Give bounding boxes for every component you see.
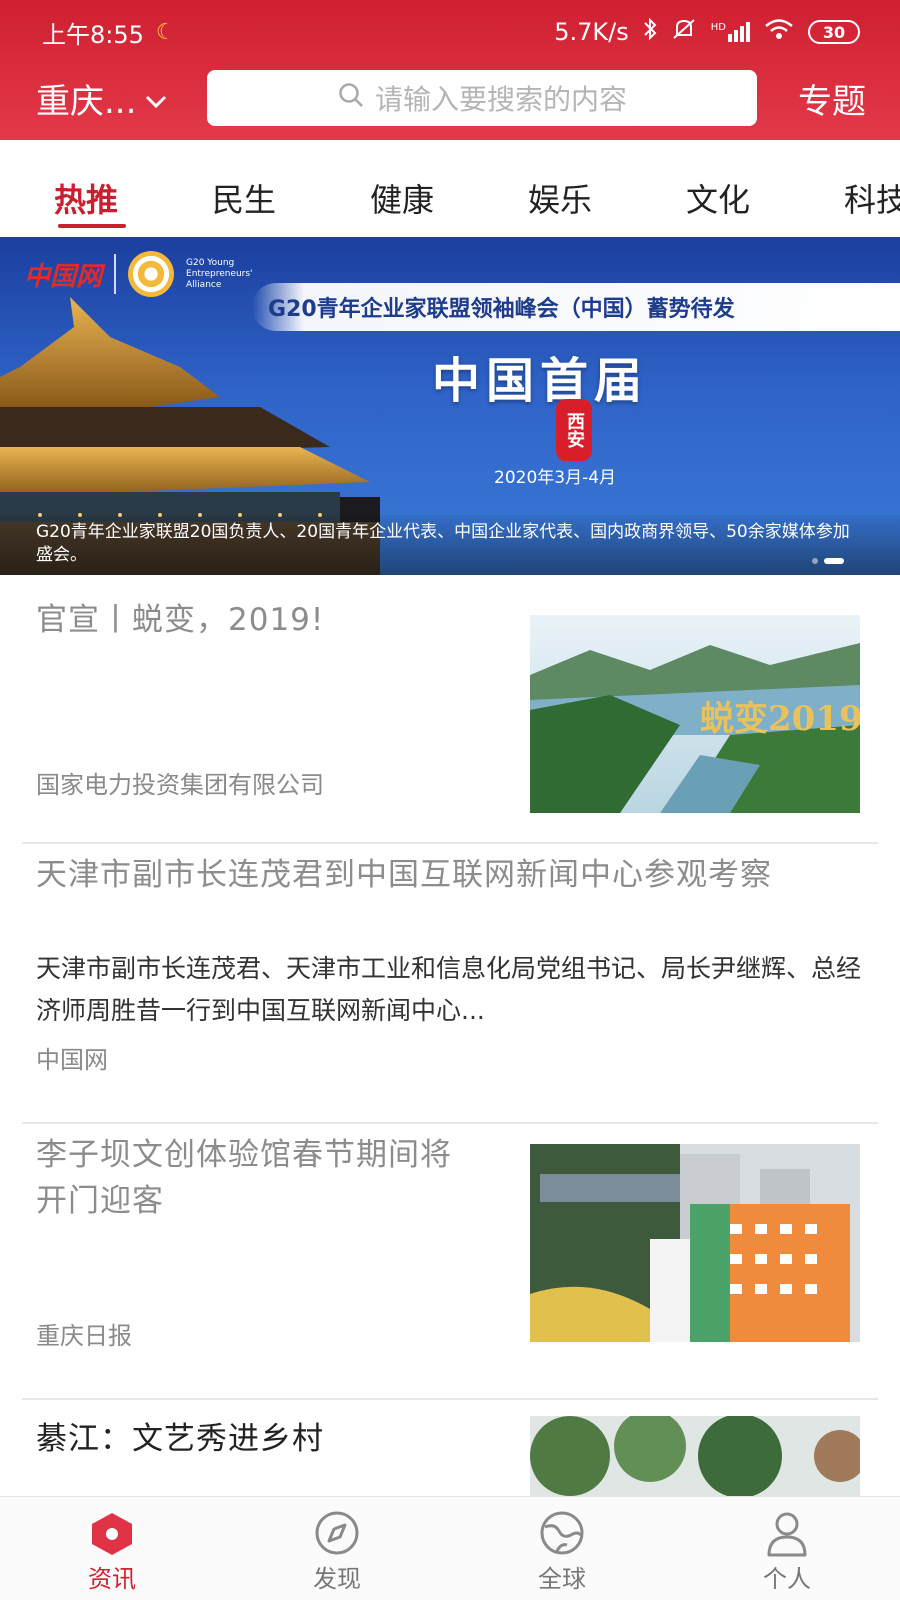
tab-hot[interactable]: 热推	[54, 175, 118, 221]
nav-label: 发现	[313, 1565, 361, 1593]
status-bar: 上午8:55 ☾ 5.7K/s HD 30	[0, 0, 900, 64]
status-left: 上午8:55 ☾	[42, 15, 176, 50]
logo-separator	[114, 254, 117, 294]
banner-carousel[interactable]: 中国网 G20 Young Entrepreneurs' Alliance G2…	[0, 237, 900, 575]
news-item[interactable]: 綦江：文艺秀进乡村	[22, 1400, 878, 1496]
news-item[interactable]: 天津市副市长连茂君到中国互联网新闻中心参观考察 天津市副市长连茂君、天津市工业和…	[22, 844, 878, 1100]
carousel-dot[interactable]	[812, 558, 818, 564]
news-source: 中国网	[36, 1046, 108, 1074]
banner-logo: 中国网 G20 Young Entrepreneurs' Alliance	[24, 251, 266, 297]
carousel-dots	[812, 558, 844, 564]
china-net-logo: 中国网	[24, 261, 103, 292]
bluetooth-icon	[643, 17, 657, 47]
news-title: 天津市副市长连茂君到中国互联网新闻中心参观考察	[36, 857, 772, 893]
battery-indicator: 30	[808, 20, 860, 44]
tab-livelihood[interactable]: 民生	[212, 175, 276, 221]
news-source: 国家电力投资集团有限公司	[36, 771, 324, 799]
tab-health[interactable]: 健康	[370, 175, 434, 221]
search-input[interactable]: 请输入要搜索的内容	[207, 70, 757, 126]
news-title: 李子坝文创体验馆春节期间将开门迎客	[36, 1137, 452, 1219]
nav-label: 资讯	[88, 1565, 136, 1593]
banner-title: G20青年企业家联盟领袖峰会（中国）蓄势待发	[268, 297, 735, 322]
news-thumbnail: 蜕变2019	[530, 615, 860, 813]
cell-signal-icon: HD	[711, 22, 750, 42]
bottom-nav: 资讯 发现 全球 个人	[0, 1496, 900, 1600]
search-placeholder: 请输入要搜索的内容	[374, 83, 627, 116]
city-label: 重庆...	[36, 82, 137, 122]
app-header: 上午8:55 ☾ 5.7K/s HD 30 重庆... 请输入要搜索的内容 专题	[0, 0, 900, 140]
person-icon	[767, 1512, 807, 1557]
tab-entertainment[interactable]: 娱乐	[528, 175, 592, 221]
banner-headline: 中国首届	[432, 353, 649, 409]
g20-yea-logo-text: G20 Young Entrepreneurs' Alliance	[186, 257, 253, 290]
g20-yea-logo	[128, 251, 175, 297]
banner-date: 2020年3月-4月	[494, 468, 617, 488]
nav-news[interactable]: 资讯	[52, 1497, 172, 1600]
nav-discover[interactable]: 发现	[277, 1497, 397, 1600]
active-tab-indicator	[58, 224, 126, 228]
news-icon	[92, 1513, 132, 1555]
news-title: 官宣丨蜕变，2019!	[36, 602, 325, 638]
status-right: 5.7K/s HD 30	[554, 17, 860, 47]
banner-caption: G20青年企业家联盟20国负责人、20国青年企业代表、中国企业家代表、国内政商界…	[0, 515, 900, 575]
nav-label: 个人	[763, 1565, 811, 1593]
nav-label: 全球	[538, 1565, 586, 1593]
news-thumbnail	[530, 1416, 860, 1496]
city-selector[interactable]: 重庆...	[36, 74, 168, 123]
news-item[interactable]: 李子坝文创体验馆春节期间将开门迎客 重庆日报	[22, 1124, 878, 1400]
news-title: 綦江：文艺秀进乡村	[36, 1421, 324, 1457]
chevron-down-icon	[144, 79, 168, 119]
thumb-caption: 蜕变2019	[700, 699, 860, 739]
seal-text: 西安	[564, 412, 585, 448]
category-tabs: 热推 民生 健康 娱乐 文化 科技	[0, 140, 900, 237]
nav-profile[interactable]: 个人	[727, 1497, 847, 1600]
news-thumbnail	[530, 1144, 860, 1342]
header-nav-row: 重庆... 请输入要搜索的内容 专题	[0, 68, 900, 128]
search-icon	[337, 81, 365, 116]
network-speed: 5.7K/s	[554, 18, 629, 46]
tab-tech[interactable]: 科技	[844, 175, 900, 221]
news-summary: 天津市副市长连茂君、天津市工业和信息化局党组书记、局长尹继辉、总经济师周胜昔一行…	[36, 954, 862, 1025]
news-item[interactable]: 官宣丨蜕变，2019! 国家电力投资集团有限公司 蜕变2019	[22, 575, 878, 843]
tab-culture[interactable]: 文化	[686, 175, 750, 221]
wifi-icon	[764, 17, 794, 47]
banner-seal: 西安	[556, 399, 592, 461]
news-source: 重庆日报	[36, 1322, 132, 1350]
moon-icon: ☾	[155, 19, 176, 45]
compass-icon	[315, 1511, 359, 1555]
globe-icon	[540, 1511, 584, 1555]
topic-link[interactable]: 专题	[798, 74, 866, 123]
mute-icon	[671, 17, 697, 47]
signal-tag: HD	[710, 22, 726, 33]
nav-global[interactable]: 全球	[502, 1497, 622, 1600]
status-time: 上午8:55	[42, 20, 144, 49]
carousel-dot-active[interactable]	[824, 558, 844, 564]
